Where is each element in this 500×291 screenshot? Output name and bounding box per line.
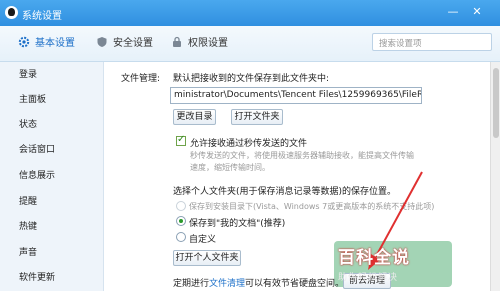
change-directory-button[interactable]: 更改目录: [173, 109, 216, 125]
lock-icon: [173, 36, 181, 47]
cleanup-text: 定期进行文件清理可以有效节省硬盘空间。: [173, 276, 344, 289]
search-input[interactable]: 搜索设置项: [372, 33, 492, 51]
cleanup-prefix: 定期进行: [173, 279, 210, 289]
sidebar: 登录 主面板 状态 会话窗口 信息展示 提醒 热键 声音 软件更新: [0, 62, 104, 291]
close-button[interactable]: ✕: [470, 6, 484, 18]
sidebar-item-main-panel[interactable]: 主面板: [19, 92, 46, 105]
gear-icon: [18, 36, 30, 48]
watermark-title: 百科全说: [338, 248, 410, 268]
radio-custom[interactable]: [176, 232, 186, 242]
sidebar-item-status[interactable]: 状态: [19, 117, 37, 130]
open-folder-button[interactable]: 打开文件夹: [231, 109, 283, 125]
radio-custom-label: 自定义: [189, 235, 217, 245]
tab-basic-settings[interactable]: 基本设置: [18, 36, 75, 52]
scrollbar-thumb[interactable]: [493, 68, 499, 138]
watermark-subtitle: 助你轻松解决: [338, 273, 399, 283]
second-transfer-label: 允许接收通过秒传发送的文件: [190, 139, 308, 149]
tab-security-settings[interactable]: 安全设置: [96, 36, 153, 52]
title-bar: 系统设置 — ✕: [0, 0, 500, 26]
save-path-field[interactable]: ministrator\Documents\Tencent Files\1259…: [170, 87, 422, 104]
file-cleanup-link[interactable]: 文件清理: [209, 279, 245, 289]
sidebar-item-software-update[interactable]: 软件更新: [19, 270, 55, 283]
tab-basic-settings-label: 基本设置: [35, 38, 75, 49]
radio-my-documents[interactable]: [176, 216, 186, 226]
watermark: 百科全说 助你轻松解决: [334, 241, 452, 287]
window-title: 系统设置: [22, 11, 62, 22]
scrollbar[interactable]: [490, 62, 500, 291]
radio-install-directory[interactable]: [176, 201, 186, 211]
sidebar-item-login[interactable]: 登录: [19, 67, 37, 80]
sidebar-item-hotkey[interactable]: 热键: [19, 219, 37, 232]
open-personal-folder-button[interactable]: 打开个人文件夹: [173, 250, 241, 266]
qq-logo-icon: [5, 6, 18, 19]
radio-my-documents-label: 保存到"我的文档"(推荐): [189, 219, 286, 229]
file-management-label: 文件管理:: [121, 74, 161, 84]
cleanup-suffix: 可以有效节省硬盘空间。: [245, 279, 345, 289]
sidebar-item-info-display[interactable]: 信息展示: [19, 168, 55, 181]
tab-security-settings-label: 安全设置: [113, 38, 153, 49]
tab-permission-settings[interactable]: 权限设置: [171, 36, 228, 52]
default-save-text: 默认把接收到的文件保存到此文件夹中:: [173, 74, 330, 84]
search-placeholder: 搜索设置项: [379, 39, 422, 49]
sidebar-item-chat-window[interactable]: 会话窗口: [19, 142, 55, 155]
sidebar-item-sound[interactable]: 声音: [19, 245, 37, 258]
shield-icon: [97, 37, 107, 47]
second-transfer-checkbox[interactable]: [176, 134, 186, 146]
sidebar-item-reminder[interactable]: 提醒: [19, 194, 37, 207]
minimize-button[interactable]: —: [446, 6, 460, 18]
tab-permission-settings-label: 权限设置: [188, 38, 228, 49]
